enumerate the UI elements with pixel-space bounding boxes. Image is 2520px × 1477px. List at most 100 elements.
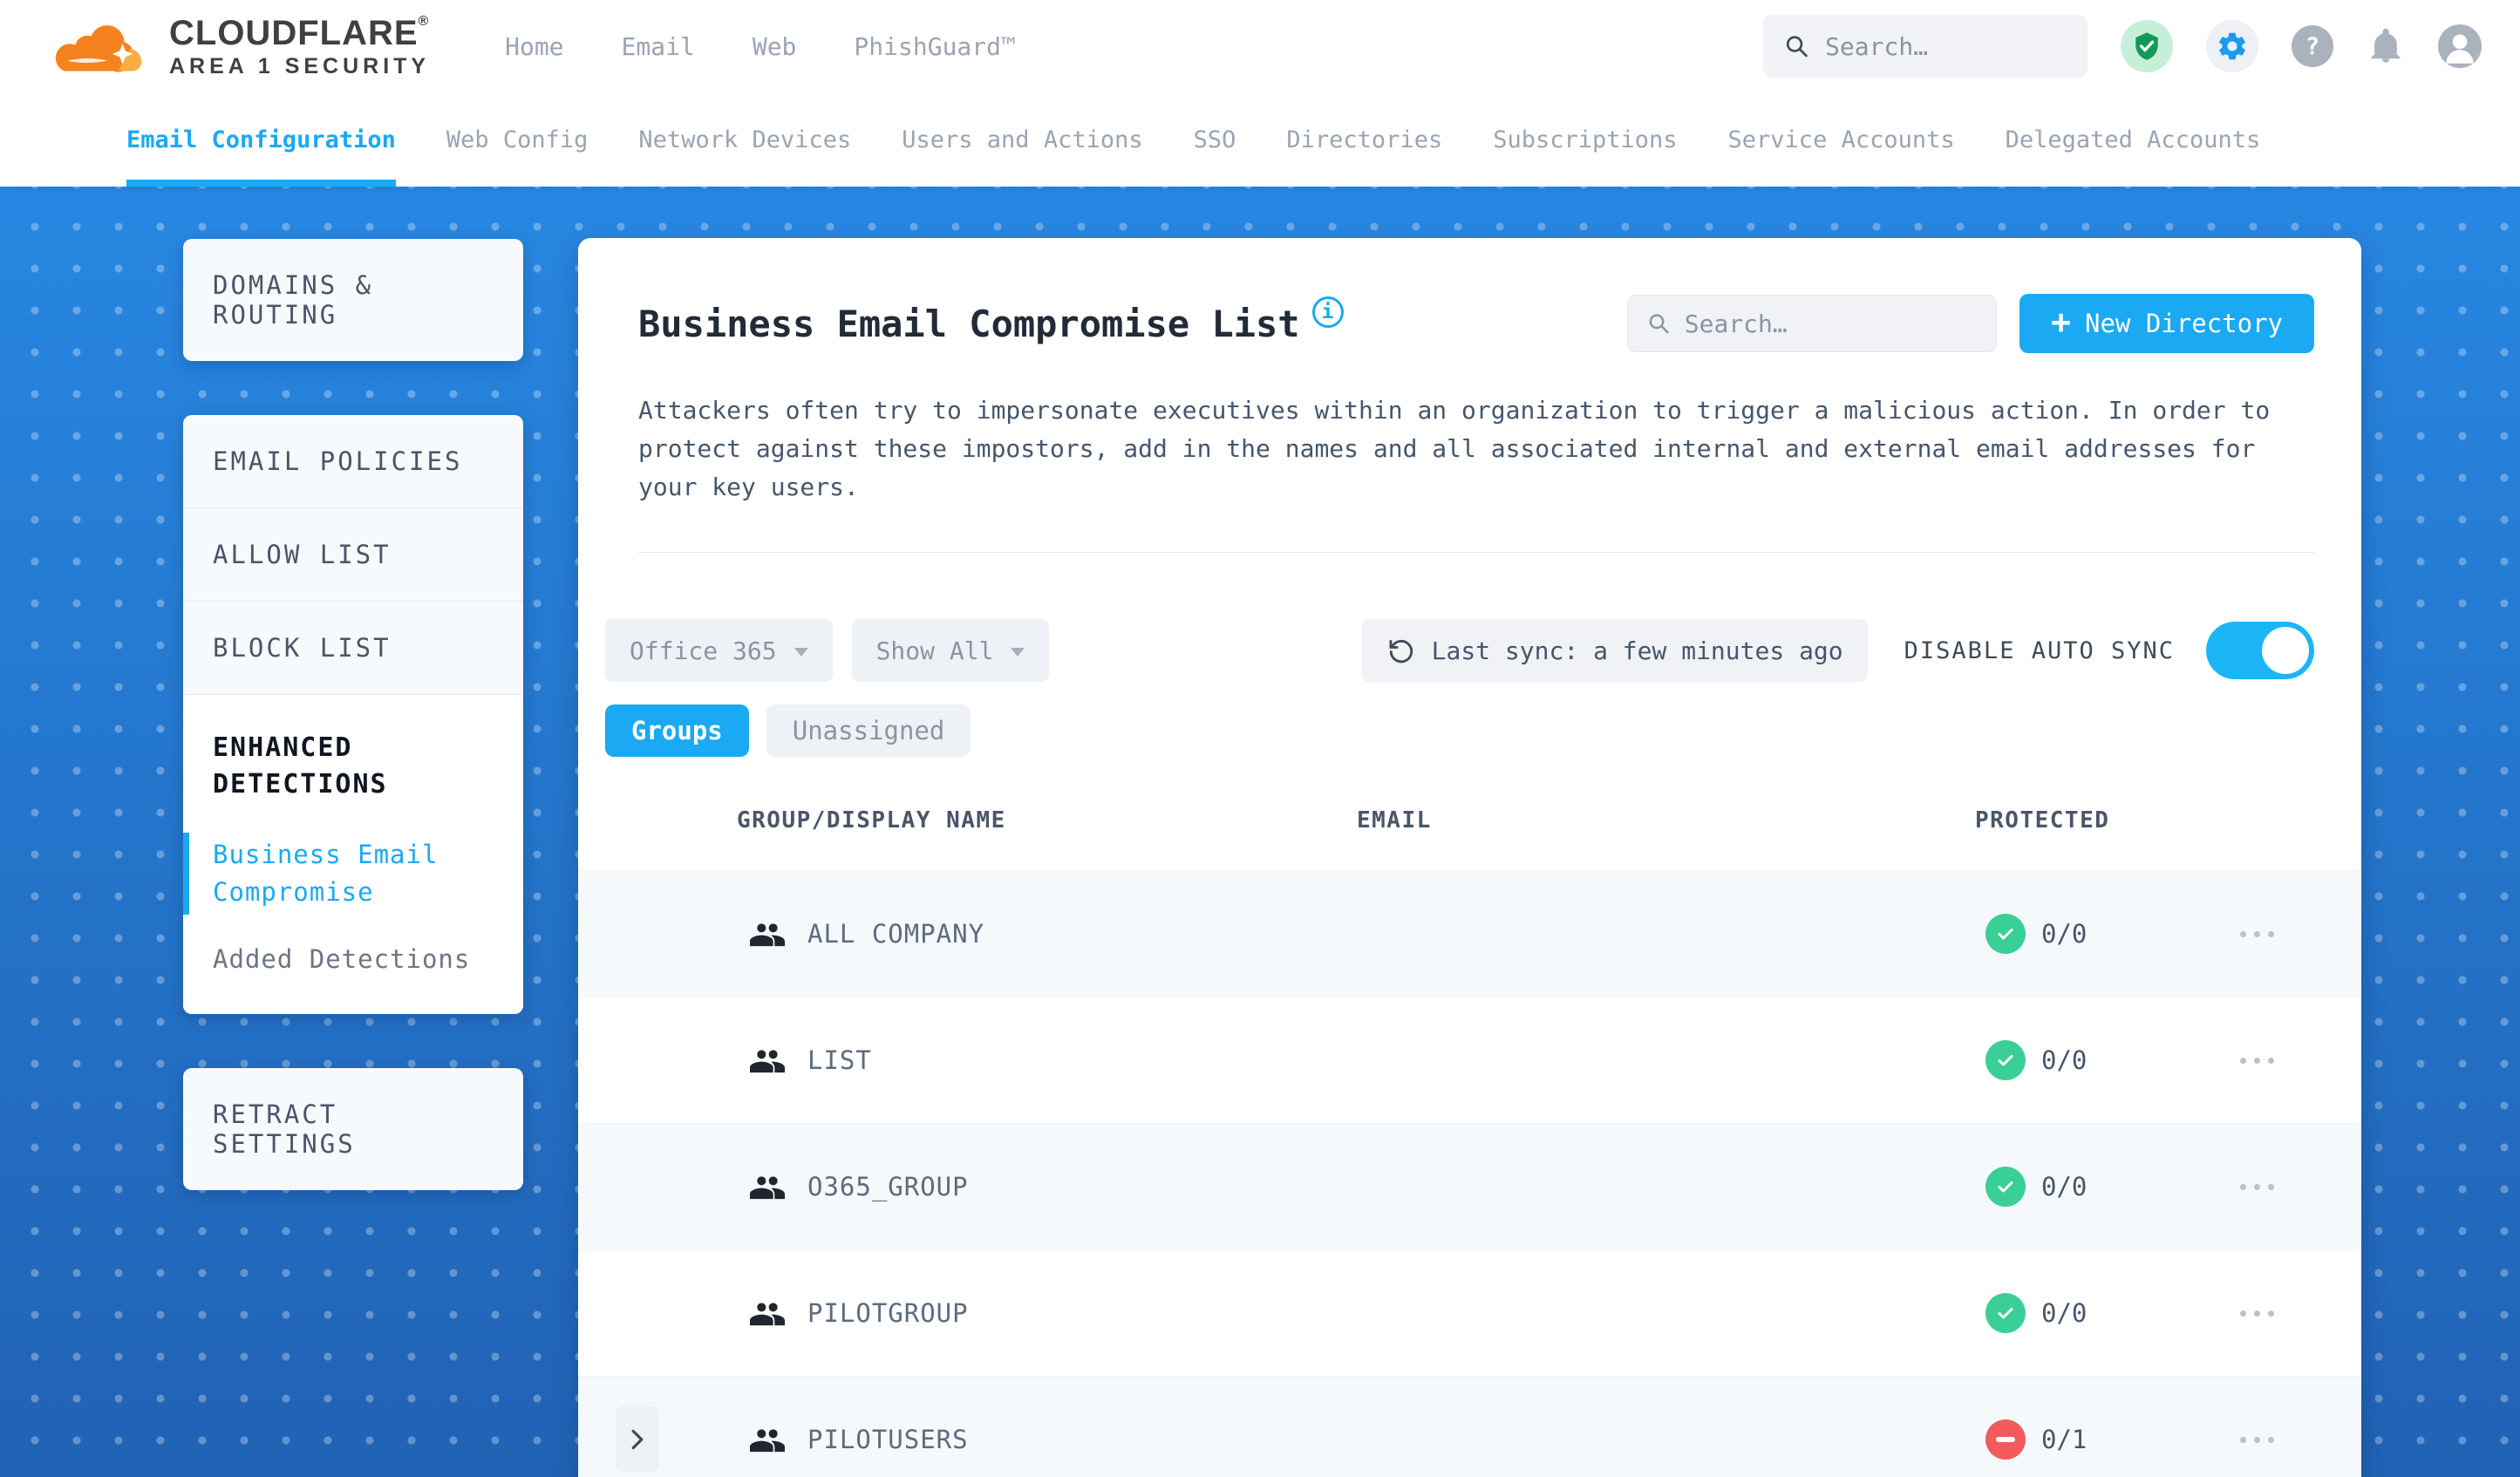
security-status-icon[interactable]: [2121, 20, 2173, 72]
last-sync-label: Last sync: a few minutes ago: [1431, 636, 1843, 665]
protected-count: 0/0: [2041, 1298, 2088, 1328]
tab-sso[interactable]: SSO: [1194, 92, 1236, 187]
page-background: DOMAINS & ROUTING EMAIL POLICIES ALLOW L…: [0, 187, 2520, 1477]
table-row: PILOTGROUP 0/0: [578, 1249, 2361, 1376]
row-menu-button[interactable]: [2237, 1057, 2361, 1064]
cloudflare-logo[interactable]: CLOUDFLARE® AREA 1 SECURITY: [49, 13, 430, 78]
protected-check-badge: [1985, 1167, 2026, 1207]
group-icon: [750, 1176, 785, 1200]
protected-count: 0/0: [2041, 1045, 2088, 1075]
row-menu-button[interactable]: [2237, 1310, 2361, 1317]
groups-table: GROUP/DISPLAY NAME EMAIL PROTECTED ALL C…: [578, 793, 2361, 1477]
help-button[interactable]: ?: [2292, 25, 2333, 67]
ellipsis-icon: [2240, 1057, 2246, 1064]
sidebar-item-business-email-compromise[interactable]: Business Email Compromise: [183, 833, 448, 915]
group-name: PILOTUSERS: [807, 1425, 969, 1454]
sidebar-item-email-policies[interactable]: EMAIL POLICIES: [183, 415, 523, 508]
panel-header: Business Email Compromise List i + New D…: [578, 238, 2361, 353]
cloudflare-cloud-icon: [55, 25, 142, 72]
tab-users-and-actions[interactable]: Users and Actions: [902, 92, 1142, 187]
sidebar-item-enhanced-detections[interactable]: ENHANCED DETECTIONS: [213, 730, 439, 803]
group-name: ALL COMPANY: [807, 919, 985, 949]
sidebar-item-allow-list[interactable]: ALLOW LIST: [183, 508, 523, 602]
row-menu-button[interactable]: [2237, 930, 2361, 937]
gear-icon: [2219, 32, 2245, 60]
nav-item-email[interactable]: Email: [622, 32, 695, 61]
tab-directories[interactable]: Directories: [1286, 92, 1442, 187]
group-icon: [750, 923, 785, 947]
table-row: LIST 0/0: [578, 997, 2361, 1123]
new-directory-button[interactable]: + New Directory: [2019, 294, 2314, 353]
plus-icon: +: [2051, 303, 2072, 341]
sidebar-item-block-list[interactable]: BLOCK LIST: [183, 602, 523, 695]
nav-item-phishguard[interactable]: PhishGuard™: [854, 32, 1015, 61]
shield-check-icon: [2135, 32, 2158, 60]
list-search[interactable]: [1627, 295, 1998, 352]
protected-check-badge: [1985, 1293, 2026, 1333]
tab-web-config[interactable]: Web Config: [446, 92, 589, 187]
primary-nav: Home Email Web PhishGuard™: [505, 32, 1016, 61]
list-search-input[interactable]: [1684, 309, 1978, 338]
view-switcher: Groups Unassigned: [578, 682, 2361, 757]
global-search-input[interactable]: [1825, 31, 2067, 61]
bec-list-panel: Business Email Compromise List i + New D…: [578, 238, 2361, 1477]
nav-item-home[interactable]: Home: [505, 32, 563, 61]
view-tab-unassigned[interactable]: Unassigned: [766, 704, 971, 757]
ellipsis-icon: [2240, 1310, 2246, 1317]
group-name: PILOTGROUP: [807, 1298, 969, 1328]
protected-count: 0/0: [2041, 919, 2088, 949]
tab-subscriptions[interactable]: Subscriptions: [1493, 92, 1677, 187]
unprotected-minus-badge: [1985, 1419, 2026, 1460]
column-group-display-name: GROUP/DISPLAY NAME: [737, 807, 1006, 834]
group-name: LIST: [807, 1045, 872, 1075]
row-menu-button[interactable]: [2237, 1183, 2361, 1190]
row-menu-button[interactable]: [2237, 1436, 2361, 1443]
global-search[interactable]: [1763, 15, 2088, 78]
column-email: EMAIL: [1357, 807, 1432, 834]
column-protected: PROTECTED: [1975, 807, 2110, 834]
tab-email-configuration[interactable]: Email Configuration: [126, 92, 396, 187]
group-name: O365_GROUP: [807, 1172, 969, 1201]
table-row: O365_GROUP 0/0: [578, 1123, 2361, 1249]
table-row: PILOTUSERS 0/1: [578, 1376, 2361, 1477]
chevron-right-icon: [631, 1429, 644, 1450]
sidebar-section-enhanced-detections: ENHANCED DETECTIONS Business Email Compr…: [183, 695, 523, 1014]
tab-network-devices[interactable]: Network Devices: [638, 92, 851, 187]
person-icon: [2446, 34, 2474, 64]
page-title: Business Email Compromise List: [638, 302, 1300, 345]
group-icon: [750, 1429, 785, 1453]
group-icon: [750, 1303, 785, 1326]
refresh-icon: [1389, 639, 1413, 664]
auto-sync-toggle[interactable]: [2206, 622, 2314, 679]
table-row: ALL COMPANY 0/0: [578, 870, 2361, 997]
info-icon[interactable]: i: [1311, 296, 1344, 328]
header-actions: ?: [1763, 15, 2482, 78]
sidebar-item-added-detections[interactable]: Added Detections: [213, 944, 494, 974]
show-filter-value: Show All: [875, 636, 994, 665]
sidebar-item-domains-routing[interactable]: DOMAINS & ROUTING: [183, 239, 523, 361]
secondary-nav: Email Configuration Web Config Network D…: [0, 92, 2520, 187]
directory-select[interactable]: Office 365: [605, 619, 833, 682]
toggle-knob: [2262, 627, 2309, 674]
last-sync-button[interactable]: Last sync: a few minutes ago: [1361, 619, 1868, 682]
settings-button[interactable]: [2206, 20, 2258, 72]
brand-name: CLOUDFLARE®: [169, 13, 430, 52]
top-header: CLOUDFLARE® AREA 1 SECURITY Home Email W…: [0, 0, 2520, 92]
group-icon: [750, 1050, 785, 1073]
account-button[interactable]: [2438, 24, 2482, 68]
expand-row-button[interactable]: [616, 1406, 659, 1473]
nav-item-web[interactable]: Web: [753, 32, 797, 61]
view-tab-groups[interactable]: Groups: [605, 704, 749, 757]
search-icon: [1649, 314, 1669, 334]
protected-count: 0/1: [2041, 1425, 2088, 1454]
ellipsis-icon: [2240, 1183, 2246, 1190]
page-description: Attackers often try to impersonate execu…: [638, 396, 2271, 501]
registered-mark: ®: [418, 13, 430, 29]
sidebar-item-retract-settings[interactable]: RETRACT SETTINGS: [183, 1068, 523, 1190]
tab-delegated-accounts[interactable]: Delegated Accounts: [2006, 92, 2261, 187]
question-mark-icon: ?: [2305, 32, 2320, 60]
notifications-bell-icon[interactable]: [2367, 27, 2405, 65]
protected-count: 0/0: [2041, 1172, 2088, 1201]
show-filter-select[interactable]: Show All: [851, 619, 1050, 682]
tab-service-accounts[interactable]: Service Accounts: [1728, 92, 1955, 187]
